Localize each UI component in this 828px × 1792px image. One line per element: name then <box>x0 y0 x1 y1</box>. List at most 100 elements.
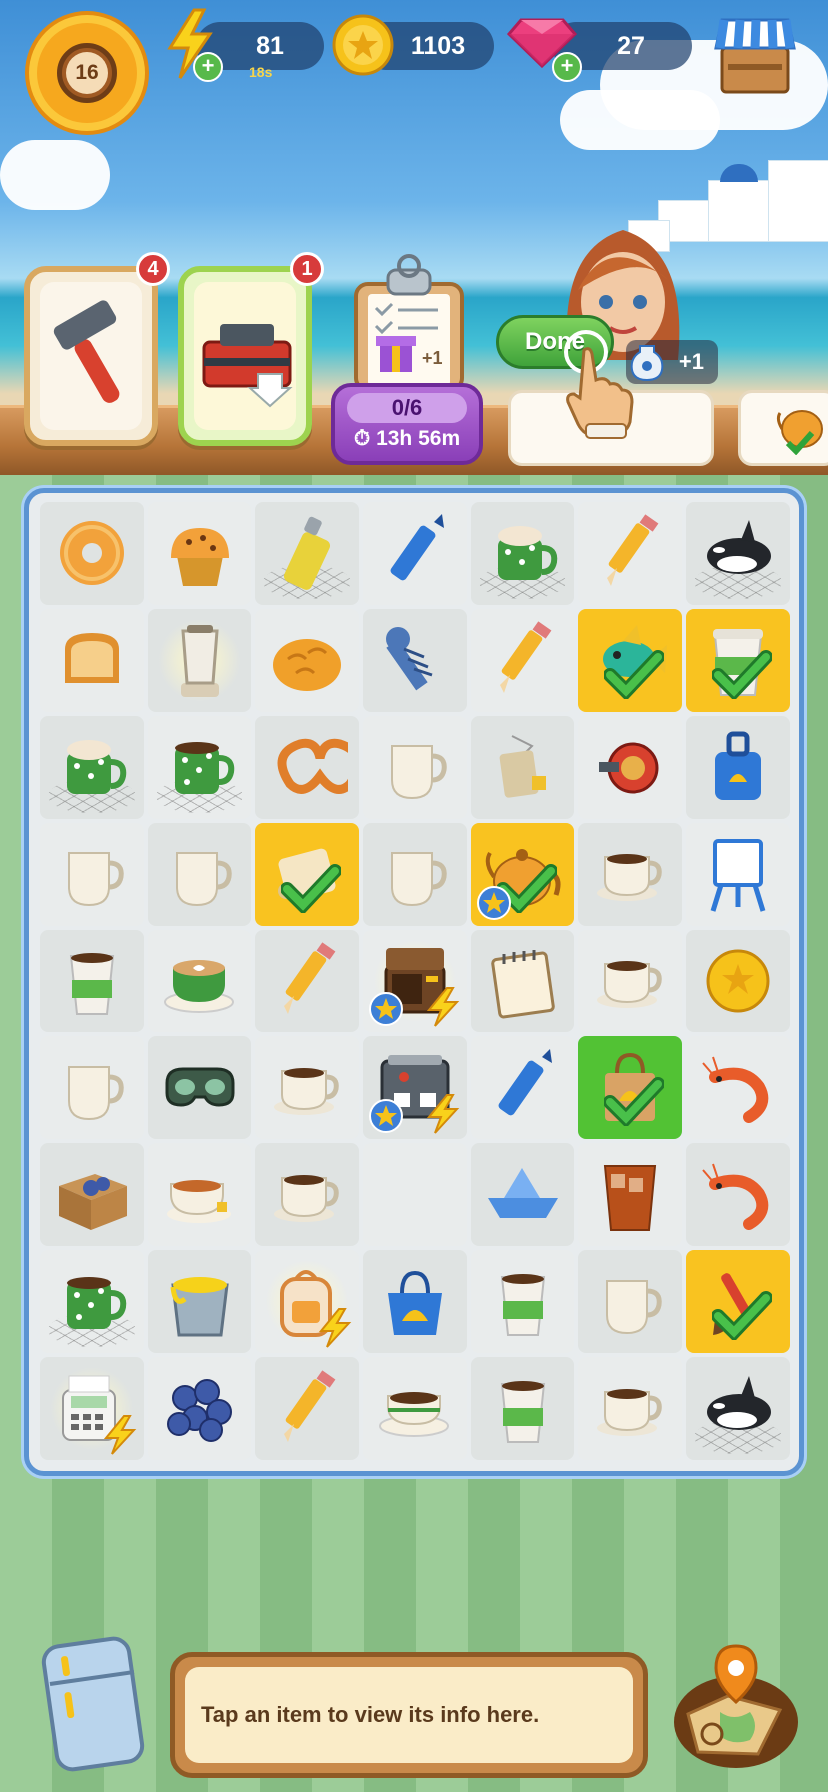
board-cell[interactable] <box>578 715 683 819</box>
board-cell[interactable] <box>255 1250 360 1354</box>
stopwatch-icon: ⏱ <box>353 427 371 450</box>
board-cell[interactable] <box>255 502 360 605</box>
level-number: 16 <box>66 52 108 94</box>
board-cell[interactable] <box>686 1250 790 1354</box>
board-cell[interactable] <box>255 1143 360 1247</box>
board-cell[interactable] <box>470 1143 575 1247</box>
pencil-icon <box>284 942 336 1014</box>
blender-icon <box>180 625 219 698</box>
white-cup-icon <box>175 852 232 907</box>
add-energy-icon[interactable]: + <box>193 52 223 82</box>
board-cell[interactable] <box>40 929 144 1033</box>
board-cell[interactable] <box>363 715 467 819</box>
board-cell[interactable] <box>40 1143 144 1247</box>
beach-tote-icon <box>387 1270 442 1335</box>
green-dot-mug-icon <box>174 742 234 795</box>
board-cell[interactable] <box>578 608 683 712</box>
map-button[interactable] <box>668 1642 804 1772</box>
shrimp-icon <box>702 1163 769 1230</box>
board-cell[interactable] <box>363 1357 467 1461</box>
check-mark-icon <box>604 649 665 699</box>
board-cell[interactable] <box>470 715 575 819</box>
board-cell[interactable] <box>686 1357 790 1461</box>
tasks-progress-pill[interactable]: 0/6 ⏱ 13h 56m <box>331 383 483 465</box>
tasks-progress: 0/6 <box>347 393 467 423</box>
board-cell[interactable] <box>147 608 252 712</box>
white-cup-icon <box>606 1279 663 1334</box>
board-cell[interactable] <box>686 822 790 926</box>
toolbox-producer[interactable]: 1 <box>178 252 324 446</box>
coffee-cup-icon <box>597 854 663 902</box>
board-cell[interactable] <box>686 715 790 819</box>
board-cell[interactable] <box>470 1036 575 1140</box>
board-cell[interactable] <box>147 1250 252 1354</box>
board-cell[interactable] <box>255 1357 360 1461</box>
board-cell[interactable] <box>147 822 252 926</box>
bread-bun-icon <box>273 639 342 692</box>
board-cell[interactable] <box>147 1036 252 1140</box>
board-cell[interactable] <box>40 1357 144 1461</box>
shop-stall-icon[interactable] <box>712 14 798 96</box>
iced-tea-glass-icon <box>604 1164 657 1231</box>
board-cell[interactable] <box>40 608 144 712</box>
espresso-cup-icon <box>378 1391 449 1437</box>
add-gems-icon[interactable]: + <box>552 52 582 82</box>
board-cell[interactable] <box>470 608 575 712</box>
board-cell[interactable] <box>363 929 467 1033</box>
cloud <box>560 90 720 150</box>
board-cell[interactable] <box>470 1357 575 1461</box>
board-cell[interactable] <box>578 1036 683 1140</box>
board-cell[interactable] <box>363 1143 467 1247</box>
toolbox-icon <box>202 324 293 408</box>
board-cell[interactable] <box>40 1250 144 1354</box>
board-cell[interactable] <box>255 929 360 1033</box>
board-cell[interactable] <box>470 929 575 1033</box>
board-cell[interactable] <box>686 1143 790 1247</box>
board-cell[interactable] <box>363 822 467 926</box>
board-cell[interactable] <box>255 715 360 819</box>
board-cell[interactable] <box>686 929 790 1033</box>
board-cell[interactable] <box>363 608 467 712</box>
board-cell[interactable] <box>470 502 575 605</box>
board-cell[interactable] <box>363 1036 467 1140</box>
board-cell[interactable] <box>40 502 144 605</box>
board-cell[interactable] <box>578 1143 683 1247</box>
board-cell[interactable] <box>147 1357 252 1461</box>
board-cell[interactable] <box>363 502 467 605</box>
star-badge-icon <box>369 992 404 1027</box>
coffee-cup-icon <box>274 1067 339 1115</box>
board-cell[interactable] <box>578 822 683 926</box>
spray-can-icon <box>284 517 331 591</box>
board-cell[interactable] <box>686 608 790 712</box>
board-cell[interactable] <box>255 822 360 926</box>
board-cell[interactable] <box>686 1036 790 1140</box>
board-cell[interactable] <box>147 929 252 1033</box>
board-cell[interactable] <box>578 1357 683 1461</box>
crayon-blue-icon <box>390 514 444 581</box>
level-badge[interactable]: 16 <box>22 8 152 138</box>
toast-icon <box>64 633 119 684</box>
board-cell[interactable] <box>147 715 252 819</box>
shrimp-icon <box>702 1056 769 1123</box>
board-cell[interactable] <box>578 502 683 605</box>
board-cell[interactable] <box>363 1250 467 1354</box>
board-cell[interactable] <box>147 1143 252 1247</box>
board-cell[interactable] <box>470 1250 575 1354</box>
board-cell[interactable] <box>578 929 683 1033</box>
hammer-producer[interactable]: 4 <box>24 252 170 446</box>
tasks-clipboard[interactable]: +1 <box>350 250 468 392</box>
board-cell[interactable] <box>255 608 360 712</box>
board-cell[interactable] <box>470 822 575 926</box>
hot-chocolate-mug-icon <box>497 526 557 581</box>
energy-timer: 18s <box>249 64 273 80</box>
storage-fridge-button[interactable] <box>36 1636 150 1772</box>
tea-cup-icon <box>166 1179 231 1223</box>
board-cell[interactable] <box>40 715 144 819</box>
board-cell[interactable] <box>255 1036 360 1140</box>
rolling-suitcase-icon <box>714 731 761 801</box>
board-cell[interactable] <box>686 502 790 605</box>
board-cell[interactable] <box>578 1250 683 1354</box>
board-cell[interactable] <box>40 1036 144 1140</box>
board-cell[interactable] <box>147 502 252 605</box>
board-cell[interactable] <box>40 822 144 926</box>
